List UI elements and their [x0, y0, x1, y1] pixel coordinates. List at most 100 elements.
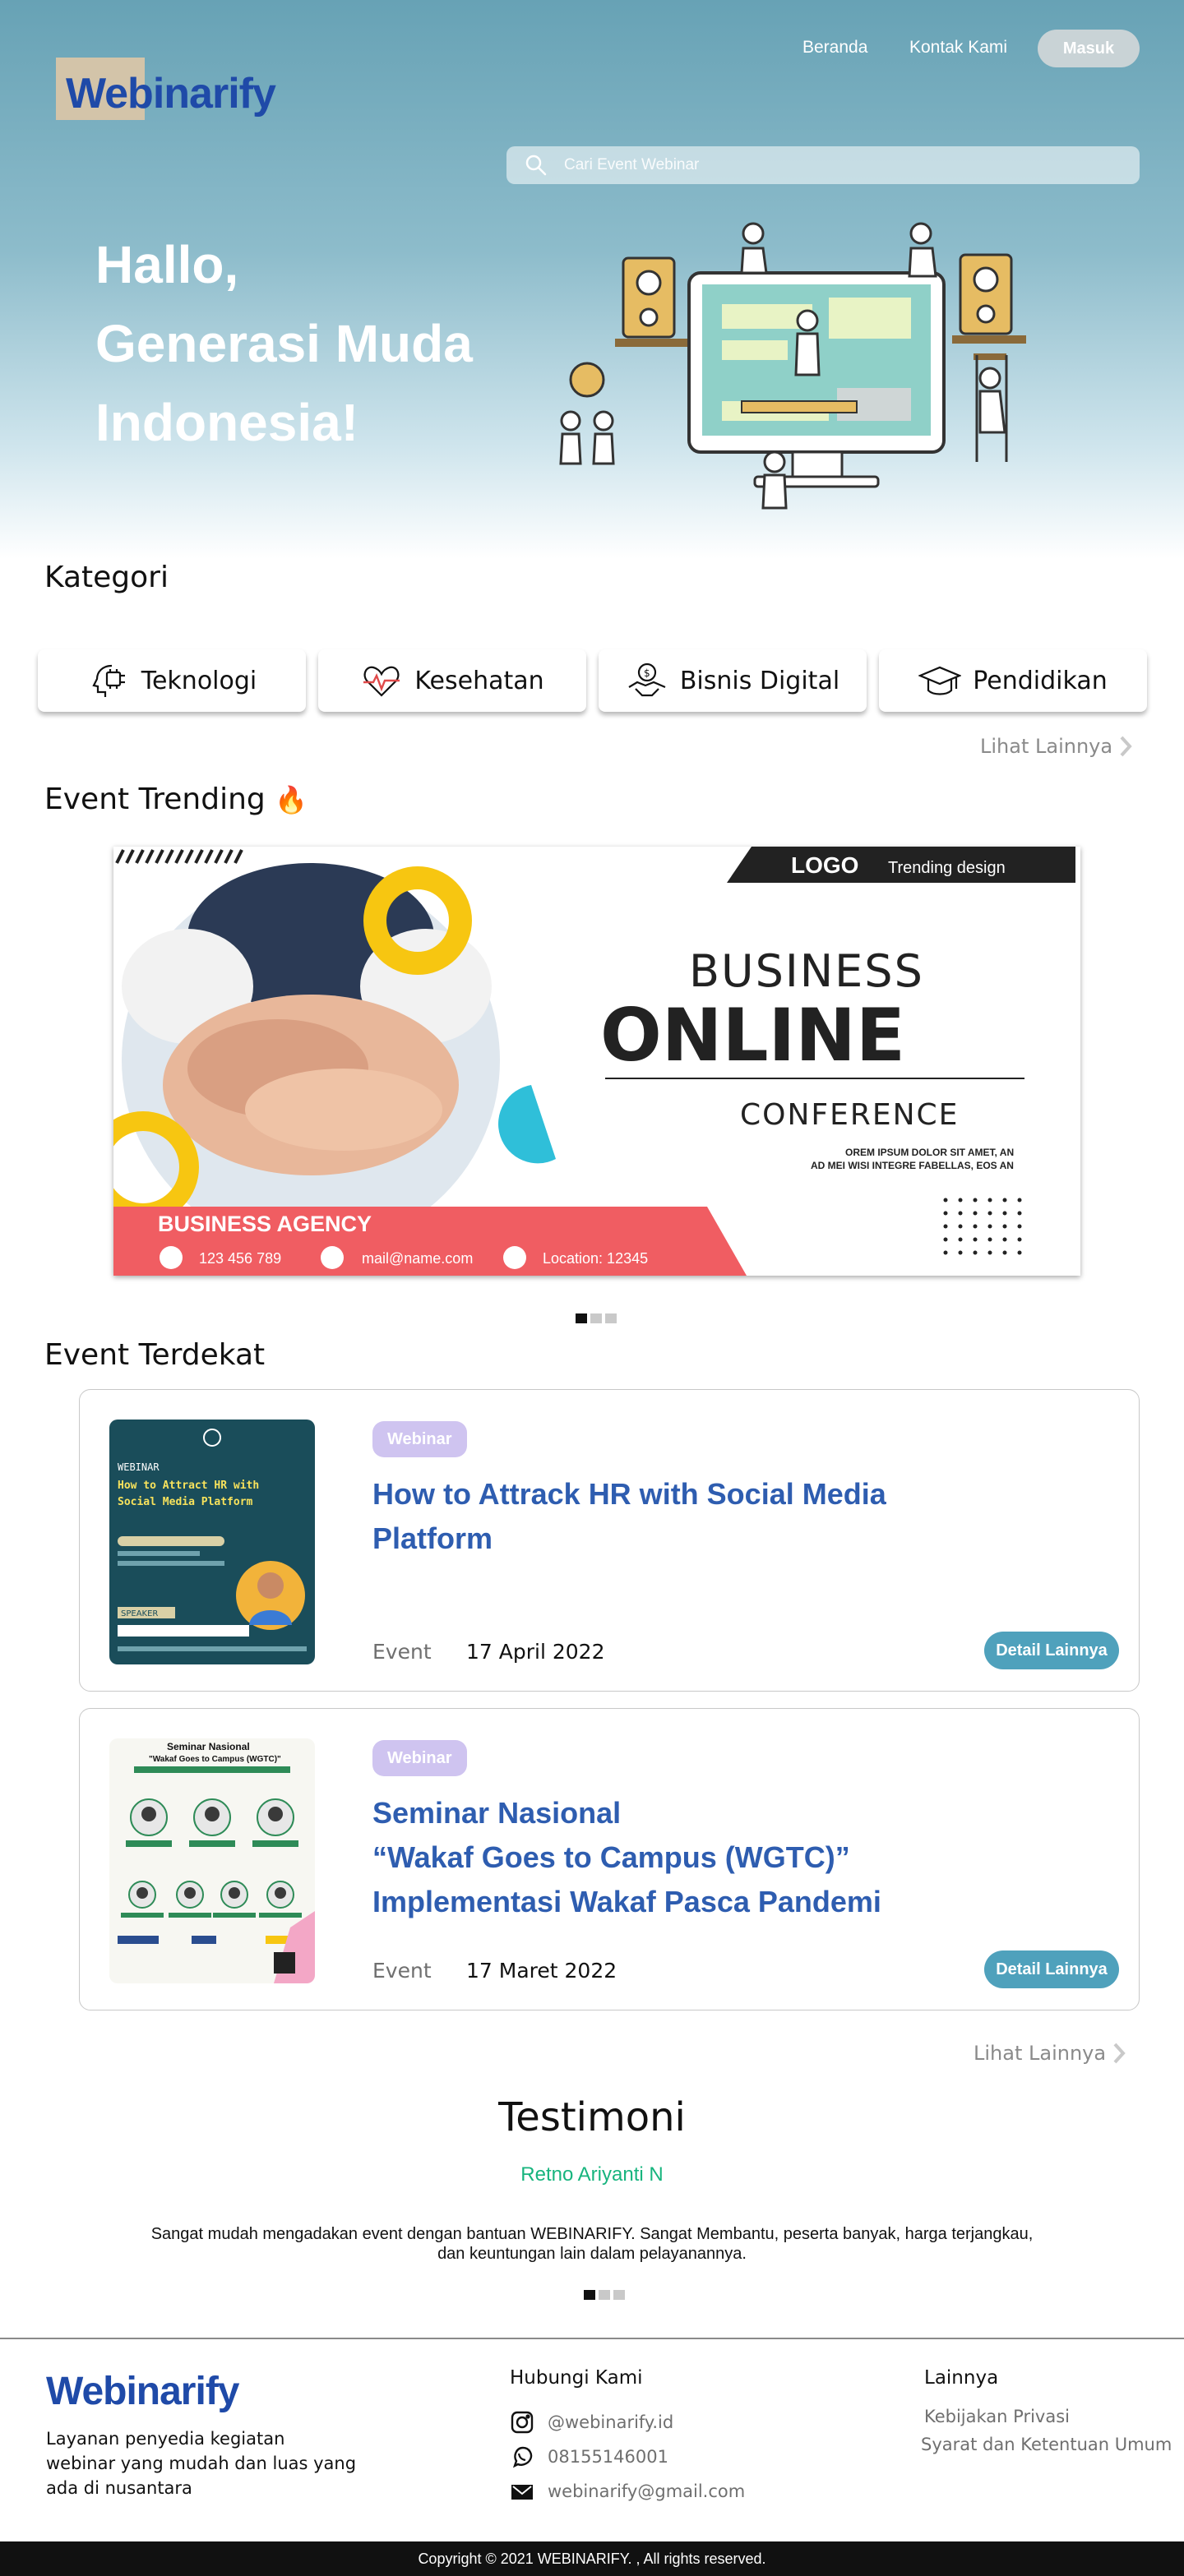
testimonial-carousel-dots[interactable]: [584, 2290, 625, 2300]
banner-line-conference: CONFERENCE: [740, 1098, 959, 1132]
nearby-section-title: Event Terdekat: [44, 1338, 266, 1372]
instagram-icon: [511, 2411, 534, 2434]
banner-lorem-1: OREM IPSUM DOLOR SIT AMET, AN: [845, 1147, 1014, 1158]
event-type-badge: Webinar: [372, 1740, 467, 1776]
search-icon: [525, 155, 547, 176]
carousel-dot[interactable]: [613, 2290, 625, 2300]
event-type-badge: Webinar: [372, 1421, 467, 1457]
see-more-label: Lihat Lainnya: [980, 735, 1113, 758]
handshake-icon: $: [628, 662, 666, 697]
footer-privacy-link[interactable]: Kebijakan Privasi: [924, 2407, 1070, 2426]
trending-title-text: Event Trending: [44, 782, 266, 816]
event-title-line: How to Attrack HR with Social Media: [372, 1477, 886, 1511]
nav-contact-link[interactable]: Kontak Kami: [909, 38, 1007, 58]
event-poster-wgtc[interactable]: Seminar Nasional "Wakaf Goes to Campus (…: [109, 1738, 315, 1983]
chevron-right-icon: [1113, 2043, 1126, 2064]
category-card-teknologi[interactable]: Teknologi: [38, 649, 306, 712]
event-title-line: Seminar Nasional: [372, 1796, 622, 1830]
carousel-dot[interactable]: [599, 2290, 610, 2300]
category-card-bisnis-digital[interactable]: $ Bisnis Digital: [599, 649, 867, 712]
category-label: Kesehatan: [414, 666, 544, 695]
poster-head: WEBINAR: [118, 1461, 160, 1473]
poster-title-1: Seminar Nasional: [167, 1741, 250, 1752]
event-poster-hr[interactable]: WEBINAR How to Attract HR with Social Me…: [109, 1420, 315, 1664]
category-label: Bisnis Digital: [679, 666, 840, 695]
category-section-title: Kategori: [44, 561, 169, 594]
search-input[interactable]: [564, 146, 1123, 184]
banner-lorem-2: AD MEI WISI INTEGRE FABELLAS, EOS AN: [811, 1160, 1014, 1171]
testimonial-text: Sangat mudah mengadakan event dengan ban…: [140, 2224, 1044, 2264]
footer-others-title: Lainnya: [924, 2367, 999, 2389]
poster-title-2: Social Media Platform: [118, 1496, 253, 1508]
event-title-line: Platform: [372, 1521, 493, 1555]
carousel-dot[interactable]: [584, 2290, 595, 2300]
trending-carousel-dots[interactable]: [576, 1313, 617, 1323]
footer-instagram-link[interactable]: @webinarify.id: [510, 2410, 673, 2435]
event-meta-label: Event: [372, 1959, 432, 1983]
heartbeat-icon: [363, 666, 400, 697]
event-detail-button[interactable]: Detail Lainnya: [984, 1950, 1119, 1988]
event-detail-button[interactable]: Detail Lainnya: [984, 1632, 1119, 1669]
trending-banner[interactable]: LOGO Trending design BUSINESS ONLINE CON…: [113, 847, 1080, 1276]
banner-logo-text: LOGO: [791, 852, 858, 878]
whatsapp-number: 08155146001: [548, 2447, 668, 2467]
chevron-right-icon: [1120, 736, 1132, 757]
fire-emoji: 🔥: [275, 784, 308, 815]
testimonial-author: Retno Ariyanti N: [520, 2163, 664, 2186]
event-title[interactable]: Seminar Nasional “Wakaf Goes to Campus (…: [372, 1791, 997, 1924]
event-card[interactable]: Seminar Nasional "Wakaf Goes to Campus (…: [79, 1708, 1140, 2010]
category-card-pendidikan[interactable]: Pendidikan: [879, 649, 1147, 712]
poster-title-1: How to Attract HR with: [118, 1480, 259, 1492]
carousel-dot[interactable]: [576, 1313, 587, 1323]
footer-logo[interactable]: Webinarify: [46, 2369, 239, 2414]
poster-title-2: "Wakaf Goes to Campus (WGTC)": [149, 1755, 281, 1764]
login-button[interactable]: Masuk: [1038, 30, 1140, 67]
instagram-handle: @webinarify.id: [548, 2412, 674, 2432]
hero-heading: Hallo, Generasi Muda Indonesia!: [95, 225, 556, 462]
search-bar[interactable]: [506, 146, 1140, 184]
banner-agency: BUSINESS AGENCY: [158, 1212, 372, 1236]
banner-logo-tag: Trending design: [888, 859, 1006, 877]
see-more-label: Lihat Lainnya: [974, 2042, 1107, 2065]
banner-phone: 123 456 789: [199, 1250, 281, 1267]
whatsapp-icon: [512, 2446, 533, 2468]
svg-text:$: $: [644, 667, 650, 679]
event-title-line: “Wakaf Goes to Campus (WGTC)”: [372, 1840, 850, 1874]
testimonial-text-line: Sangat mudah mengadakan event dengan ban…: [150, 2225, 1034, 2243]
banner-artwork: LOGO Trending design BUSINESS ONLINE CON…: [113, 847, 1075, 1276]
event-title-line: Implementasi Wakaf Pasca Pandemi: [372, 1885, 881, 1918]
nav-home-link[interactable]: Beranda: [802, 38, 867, 58]
testimonial-title: Testimoni: [498, 2094, 686, 2140]
hero-line-1: Hallo,: [95, 235, 239, 294]
brand-logo[interactable]: Webinarify: [66, 69, 276, 118]
banner-location: Location: 12345: [543, 1250, 648, 1267]
footer-terms-link[interactable]: Syarat dan Ketentuan Umum: [921, 2435, 1172, 2454]
event-title[interactable]: How to Attrack HR with Social Media Plat…: [372, 1472, 997, 1561]
category-card-kesehatan[interactable]: Kesehatan: [318, 649, 586, 712]
poster-speaker: SPEAKER: [121, 1609, 158, 1618]
category-label: Pendidikan: [973, 666, 1108, 695]
hero-line-2: Generasi Muda: [95, 314, 473, 373]
footer-contact-title: Hubungi Kami: [510, 2367, 643, 2389]
carousel-dot[interactable]: [605, 1313, 617, 1323]
carousel-dot[interactable]: [590, 1313, 602, 1323]
banner-line-business: BUSINESS: [689, 945, 924, 997]
hero-line-3: Indonesia!: [95, 393, 359, 452]
footer-divider: [0, 2338, 1184, 2339]
events-see-more-link[interactable]: Lihat Lainnya: [974, 2042, 1126, 2065]
event-card[interactable]: WEBINAR How to Attract HR with Social Me…: [79, 1389, 1140, 1692]
category-label: Teknologi: [141, 666, 257, 695]
banner-line-online: ONLINE: [600, 993, 905, 1078]
banner-email: mail@name.com: [362, 1250, 473, 1267]
testimonial-text-line: dan keuntungan lain dalam pelayanannya.: [437, 2245, 747, 2263]
event-meta-label: Event: [372, 1640, 432, 1664]
footer-whatsapp-link[interactable]: 08155146001: [510, 2444, 668, 2469]
hero-illustration: [559, 222, 1026, 510]
event-date: 17 Maret 2022: [466, 1959, 617, 1983]
categories-see-more-link[interactable]: Lihat Lainnya: [980, 735, 1132, 758]
footer-description: Layanan penyedia kegiatan webinar yang m…: [46, 2429, 357, 2498]
mail-icon: [511, 2485, 533, 2500]
footer-email-link[interactable]: webinarify@gmail.com: [510, 2479, 745, 2504]
chip-head-icon: [92, 664, 125, 697]
event-date: 17 April 2022: [466, 1640, 605, 1664]
